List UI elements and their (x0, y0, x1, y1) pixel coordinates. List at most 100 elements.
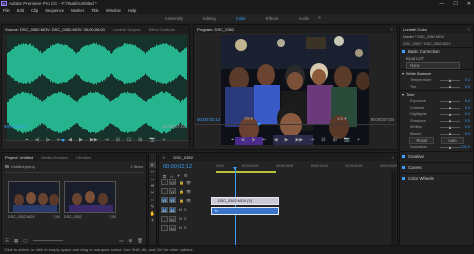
reset-button[interactable]: Reset (409, 137, 435, 144)
menu-window[interactable]: Window (106, 8, 121, 13)
track-label[interactable]: A1 (169, 207, 176, 213)
solo-button[interactable]: S (184, 226, 186, 230)
go-to-in-button[interactable]: ⇤ (57, 137, 61, 143)
pen-tool-icon[interactable]: ✎ (149, 204, 156, 210)
go-to-in-button[interactable]: ⇤ (263, 137, 267, 143)
video-clip[interactable]: DSC_0352.MOV [V] (211, 197, 279, 205)
workspace-overflow-button[interactable]: » (318, 14, 321, 23)
tone-slider-handle[interactable] (448, 119, 451, 122)
step-forward-button[interactable]: ▶▶ (90, 137, 98, 143)
panel-menu-icon[interactable]: ≡ (391, 27, 393, 32)
overwrite-button[interactable]: ⊡ (127, 137, 131, 143)
tab-lumetri-scopes[interactable]: Lumetri Scopes (113, 27, 141, 32)
menu-clip[interactable]: Clip (31, 8, 38, 13)
tone-slider-value[interactable]: 0.0 (465, 132, 470, 136)
razor-tool-icon[interactable]: ✂ (149, 190, 156, 196)
slip-tool-icon[interactable]: ⇔ (149, 197, 156, 203)
extract-button[interactable]: ⊞ (333, 137, 337, 143)
basic-correction-section[interactable]: Basic Correction (400, 47, 473, 55)
list-view-icon[interactable]: ☰ (5, 238, 9, 244)
mark-in-button[interactable]: ◂| (241, 137, 245, 143)
tab-source[interactable]: Source: DSC_0352.MOV: DSC_0352.MOV: 00;0… (5, 27, 105, 32)
lift-button[interactable]: ⊟ (321, 137, 325, 143)
master-clip-selector[interactable]: Master * DSC_0352.MOV (403, 35, 444, 39)
audio-clip[interactable]: fx (211, 207, 279, 215)
insert-button[interactable]: ⊟ (116, 137, 120, 143)
source-current-timecode[interactable]: 00;00;00;13 (4, 124, 27, 129)
workspace-assembly[interactable]: Assembly (165, 16, 183, 21)
menu-edit[interactable]: Edit (17, 8, 24, 13)
tab-sequence[interactable]: DSC_0352 (173, 155, 193, 160)
add-marker-button[interactable]: ⌖ (231, 137, 234, 143)
ripple-edit-tool-icon[interactable]: ↔ (149, 176, 156, 182)
play-button[interactable]: ▶ (285, 137, 289, 143)
white-balance-slider-handle[interactable] (448, 85, 451, 88)
program-current-timecode[interactable]: 00;00;02;12 (197, 117, 220, 122)
eye-icon[interactable]: 👁 (186, 198, 191, 203)
color-wheels-checkbox[interactable] (402, 177, 405, 180)
track-label[interactable]: A3 (169, 225, 176, 231)
panel-menu-icon[interactable]: ≡ (392, 155, 394, 160)
tone-header[interactable]: ▾ Tone (400, 90, 473, 98)
lock-icon[interactable]: 🔒 (179, 180, 184, 185)
mute-button[interactable]: M (179, 226, 182, 230)
lock-icon[interactable]: 🔒 (179, 189, 184, 194)
fit-dropdown[interactable]: Fit ▾ (244, 116, 252, 122)
camera-icon[interactable]: 📷 (149, 137, 155, 143)
menu-marker[interactable]: Marker (71, 8, 84, 13)
input-lut-dropdown[interactable]: None (406, 62, 460, 69)
white-balance-slider-value[interactable]: 0.0 (465, 78, 470, 82)
icon-view-icon[interactable]: ▦ (14, 238, 18, 244)
close-icon[interactable]: ✕ (162, 155, 165, 160)
playhead-handle[interactable] (233, 167, 237, 170)
workspace-editing[interactable]: Editing (203, 16, 216, 21)
hand-tool-icon[interactable]: ✋ (149, 211, 156, 217)
timeline-timecode[interactable]: 00;00;02;12 (163, 164, 192, 170)
close-button[interactable]: ✕ (467, 1, 471, 7)
basic-correction-checkbox[interactable] (402, 50, 405, 53)
step-forward-button[interactable]: ▶▶ (295, 137, 303, 143)
tone-slider-value[interactable]: 0.0 (465, 99, 470, 103)
menu-sequence[interactable]: Sequence (45, 8, 64, 13)
zoom-slider[interactable] (32, 240, 63, 241)
selection-tool-icon[interactable]: ▸ (149, 162, 156, 168)
new-bin-icon[interactable]: ▭ (119, 238, 123, 244)
tab-project[interactable]: Project: Untitled (5, 155, 33, 160)
add-button[interactable]: + (357, 137, 360, 143)
track-target[interactable] (161, 179, 168, 185)
clip-thumbnail[interactable] (8, 181, 60, 213)
mute-button[interactable]: M (179, 208, 182, 212)
mark-out-button[interactable]: |▸ (46, 137, 50, 143)
track-target[interactable] (161, 225, 168, 231)
step-back-button[interactable]: ◀ (274, 137, 278, 143)
maximize-button[interactable]: ☐ (453, 1, 457, 7)
tone-slider-handle[interactable] (448, 125, 451, 129)
program-time-ruler[interactable] (195, 123, 396, 130)
export-frame-button[interactable]: ⊞ (138, 137, 142, 143)
curves-checkbox[interactable] (402, 166, 405, 169)
tab-lumetri-color[interactable]: Lumetri Color (403, 27, 427, 32)
work-area-bar[interactable] (216, 171, 276, 173)
track-target[interactable] (161, 216, 168, 222)
mark-out-button[interactable]: |▸ (252, 137, 256, 143)
tone-slider-handle[interactable] (448, 132, 451, 135)
new-item-icon[interactable]: ⊞ (129, 238, 133, 244)
mark-in-button[interactable]: ◂| (35, 137, 39, 143)
creative-checkbox[interactable] (402, 155, 405, 158)
tone-slider-handle[interactable] (448, 99, 451, 103)
saturation-slider-handle[interactable] (448, 145, 451, 149)
white-balance-slider-value[interactable]: 0.0 (465, 85, 470, 89)
solo-button[interactable]: S (184, 208, 186, 212)
type-tool-icon[interactable]: T (149, 218, 156, 224)
lock-icon[interactable]: 🔒 (179, 198, 184, 203)
track-select-tool-icon[interactable]: ⇿ (149, 169, 156, 175)
track-label[interactable]: V2 (169, 188, 176, 194)
track-target[interactable]: A1 (161, 207, 168, 213)
tone-slider-value[interactable]: 0.0 (465, 106, 470, 110)
panel-menu-icon[interactable]: ≡ (468, 27, 470, 32)
menu-title[interactable]: Title (91, 8, 99, 13)
trash-icon[interactable]: 🗑 (137, 238, 143, 244)
white-balance-slider-handle[interactable] (448, 78, 451, 82)
resolution-dropdown[interactable]: 1/4 ▾ (337, 116, 347, 122)
timeline-scrollbar[interactable] (391, 171, 396, 245)
